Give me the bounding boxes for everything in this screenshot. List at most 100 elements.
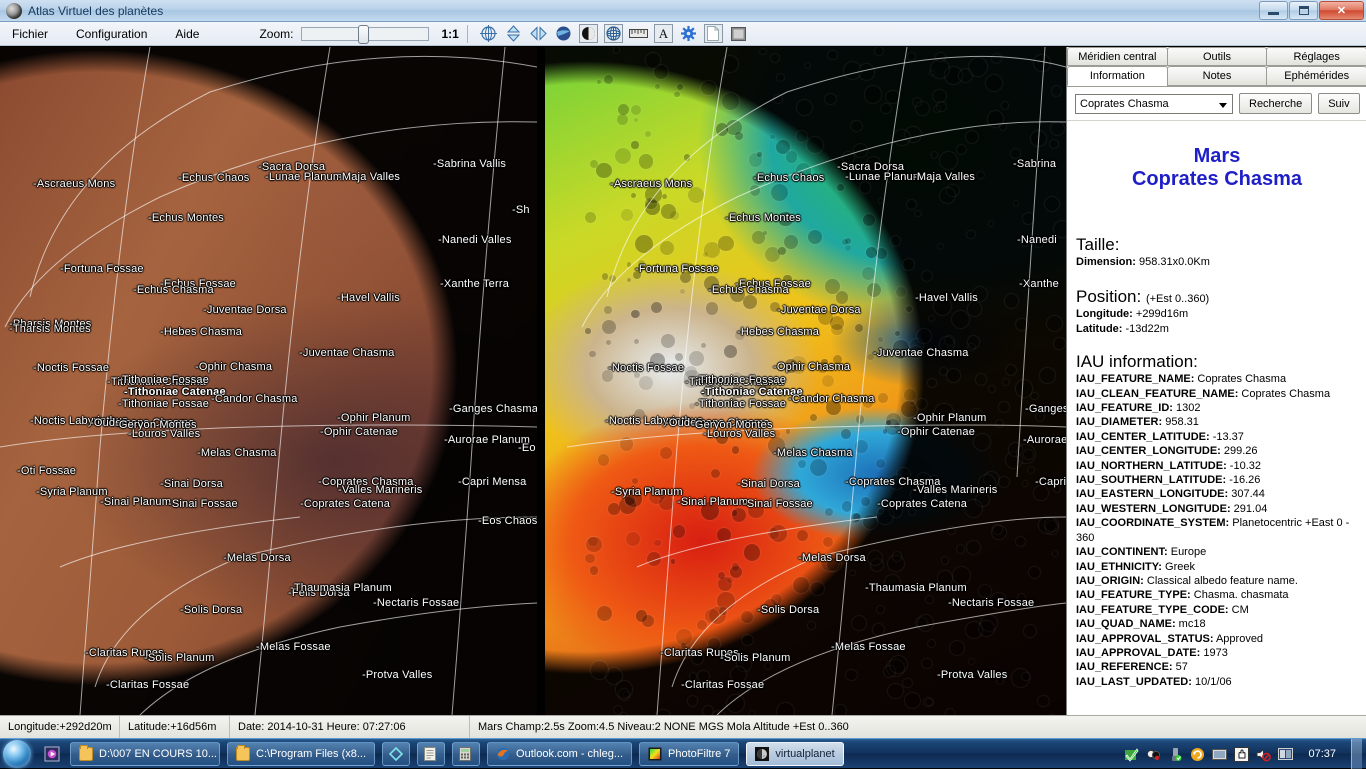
iau-row-value: Chasma. chasmata — [1191, 589, 1289, 601]
iau-row: IAU_NORTHERN_LATITUDE: -10.32 — [1076, 459, 1366, 473]
map-feature-label: -Sinai Planum — [677, 496, 748, 508]
next-button[interactable]: Suiv — [1318, 93, 1359, 114]
maximize-button[interactable] — [1289, 1, 1318, 20]
menu-aide[interactable]: Aide — [163, 25, 211, 43]
iau-row: IAU_COORDINATE_SYSTEM: Planetocentric +E… — [1076, 516, 1366, 545]
tab-outils[interactable]: Outils — [1167, 47, 1268, 66]
iau-row: IAU_CENTER_LONGITUDE: 299.26 — [1076, 444, 1366, 458]
tab-notes[interactable]: Notes — [1167, 66, 1268, 86]
map-feature-label: -Oti Fossae — [17, 465, 76, 477]
iau-row-key: IAU_LAST_UPDATED: — [1076, 676, 1192, 688]
planet-blue-icon[interactable] — [554, 24, 573, 43]
volume-muted-icon[interactable] — [1256, 747, 1271, 762]
planet-title: Mars — [1067, 145, 1366, 168]
usb-icon[interactable] — [1168, 747, 1183, 762]
iau-row-value: -10.32 — [1227, 460, 1261, 472]
latitude-value: -13d22m — [1126, 323, 1169, 335]
tab-reglages[interactable]: Réglages — [1266, 47, 1366, 66]
screen-icon[interactable] — [1212, 747, 1227, 762]
taskbar-item-label: Outlook.com - chleg... — [516, 748, 623, 760]
taskbar-item-folder-1[interactable]: D:\007 EN COURS 10... — [70, 742, 220, 766]
taskbar-item-label: virtualplanet — [775, 748, 834, 760]
map-feature-label: -Maja Valles — [338, 171, 400, 183]
tab-ephemerides[interactable]: Ephémérides — [1266, 66, 1366, 86]
phase-icon[interactable] — [579, 24, 598, 43]
iau-row-key: IAU_APPROVAL_STATUS: — [1076, 633, 1214, 645]
map-natural-color[interactable]: -Ascraeus Mons-Echus Chaos-Sacra Dorsa-L… — [0, 47, 537, 715]
map-feature-label: -Havel Vallis — [915, 292, 978, 304]
tab-meridien-central[interactable]: Méridien central — [1067, 47, 1168, 66]
display-icon[interactable] — [1278, 747, 1293, 762]
map-feature-label: -Noctis Fossae — [33, 362, 109, 374]
zoom-label: Zoom: — [259, 27, 293, 41]
start-orb-icon[interactable] — [3, 740, 31, 768]
iau-section: IAU information: IAU_FEATURE_NAME: Copra… — [1067, 352, 1366, 689]
text-A-icon[interactable]: A — [654, 24, 673, 43]
map-feature-label: -Juventae Dorsa — [203, 304, 287, 316]
menu-fichier[interactable]: Fichier — [0, 25, 60, 43]
map-feature-label: -Sh — [512, 204, 530, 216]
page-icon[interactable] — [704, 24, 723, 43]
iau-row-value: Approved — [1214, 633, 1264, 645]
flip-horizontal-icon[interactable] — [529, 24, 548, 43]
iau-row: IAU_WESTERN_LONGITUDE: 291.04 — [1076, 502, 1366, 516]
hand-icon[interactable] — [1234, 747, 1249, 762]
taskbar-item-folder-2[interactable]: C:\Program Files (x8... — [227, 742, 375, 766]
map-feature-label: -Tithoniae Fossae — [118, 398, 209, 410]
zoom-ratio-label: 1:1 — [441, 27, 458, 41]
zoom-slider[interactable] — [301, 27, 429, 41]
tab-information[interactable]: Information — [1067, 66, 1168, 86]
minimize-button[interactable] — [1259, 1, 1288, 20]
iau-row-value: Europe — [1168, 546, 1207, 558]
iau-row-value: 958.31 — [1162, 416, 1199, 428]
gear-icon[interactable] — [679, 24, 698, 43]
flip-vertical-icon[interactable] — [504, 24, 523, 43]
taskbar-item-photofiltre[interactable]: PhotoFiltre 7 — [639, 742, 739, 766]
menu-configuration[interactable]: Configuration — [64, 25, 159, 43]
zoom-slider-thumb[interactable] — [358, 25, 369, 44]
iau-row-value: 299.26 — [1221, 445, 1258, 457]
taskbar-item-virtualplanet[interactable]: virtualplanet — [746, 742, 843, 766]
iau-row-value: 10/1/06 — [1192, 676, 1232, 688]
map-feature-label: -Echus Chaos — [178, 172, 250, 184]
notepad-icon — [424, 747, 438, 761]
map-feature-label: -Solis Planum — [144, 652, 214, 664]
search-button[interactable]: Recherche — [1239, 93, 1312, 114]
show-desktop-button[interactable] — [1351, 739, 1362, 769]
map-feature-label: -Havel Vallis — [337, 292, 400, 304]
taskbar-item-diamond[interactable] — [382, 742, 410, 766]
taskbar-clock[interactable]: 07:37 — [1308, 748, 1336, 760]
close-button[interactable]: ✕ — [1319, 1, 1364, 20]
map-feature-label: -Sinai Fossae — [743, 498, 813, 510]
update-icon[interactable] — [1190, 747, 1205, 762]
map-mola-altitude[interactable]: -Ascraeus Mons-Echus Chaos-Sacra Dorsa-L… — [545, 47, 1066, 715]
iau-row-key: IAU_FEATURE_ID: — [1076, 402, 1173, 414]
map-feature-label: -Sabrina Vallis — [433, 158, 506, 170]
crosshair-globe-icon[interactable] — [479, 24, 498, 43]
taskbar: D:\007 EN COURS 10... C:\Program Files (… — [0, 738, 1366, 768]
iau-row: IAU_APPROVAL_STATUS: Approved — [1076, 632, 1366, 646]
map-feature-label: -Coprates Catena — [300, 498, 390, 510]
ruler-icon[interactable] — [629, 24, 648, 43]
map-feature-label: -Sinai Planum — [100, 496, 171, 508]
map-area[interactable]: -Ascraeus Mons-Echus Chaos-Sacra Dorsa-L… — [0, 47, 1066, 715]
network-icon[interactable] — [1146, 747, 1161, 762]
image-icon[interactable] — [729, 24, 748, 43]
taskbar-item-calculator[interactable] — [452, 742, 480, 766]
grid-globe-icon[interactable] — [604, 24, 623, 43]
map-feature-label: -Noctis Fossae — [608, 362, 684, 374]
antivirus-icon[interactable] — [1124, 747, 1139, 762]
map-feature-label: -Tithoniae Fossae — [118, 374, 209, 386]
map-feature-label: -Capri — [1035, 476, 1066, 488]
map-feature-label: -Protva Valles — [362, 669, 432, 681]
iau-row: IAU_CENTER_LATITUDE: -13.37 — [1076, 430, 1366, 444]
iau-row-value: Classical albedo feature name. — [1144, 575, 1298, 587]
media-player-icon[interactable] — [41, 743, 63, 765]
iau-row-key: IAU_DIAMETER: — [1076, 416, 1162, 428]
taskbar-item-outlook[interactable]: Outlook.com - chleg... — [487, 742, 632, 766]
status-longitude: Longitude:+292d20m — [0, 716, 120, 738]
feature-select[interactable]: Coprates Chasma — [1075, 94, 1233, 114]
taskbar-item-notepad[interactable] — [417, 742, 445, 766]
iau-row-key: IAU_CLEAN_FEATURE_NAME: — [1076, 388, 1238, 400]
map-feature-label: -Syria Planum — [36, 486, 108, 498]
